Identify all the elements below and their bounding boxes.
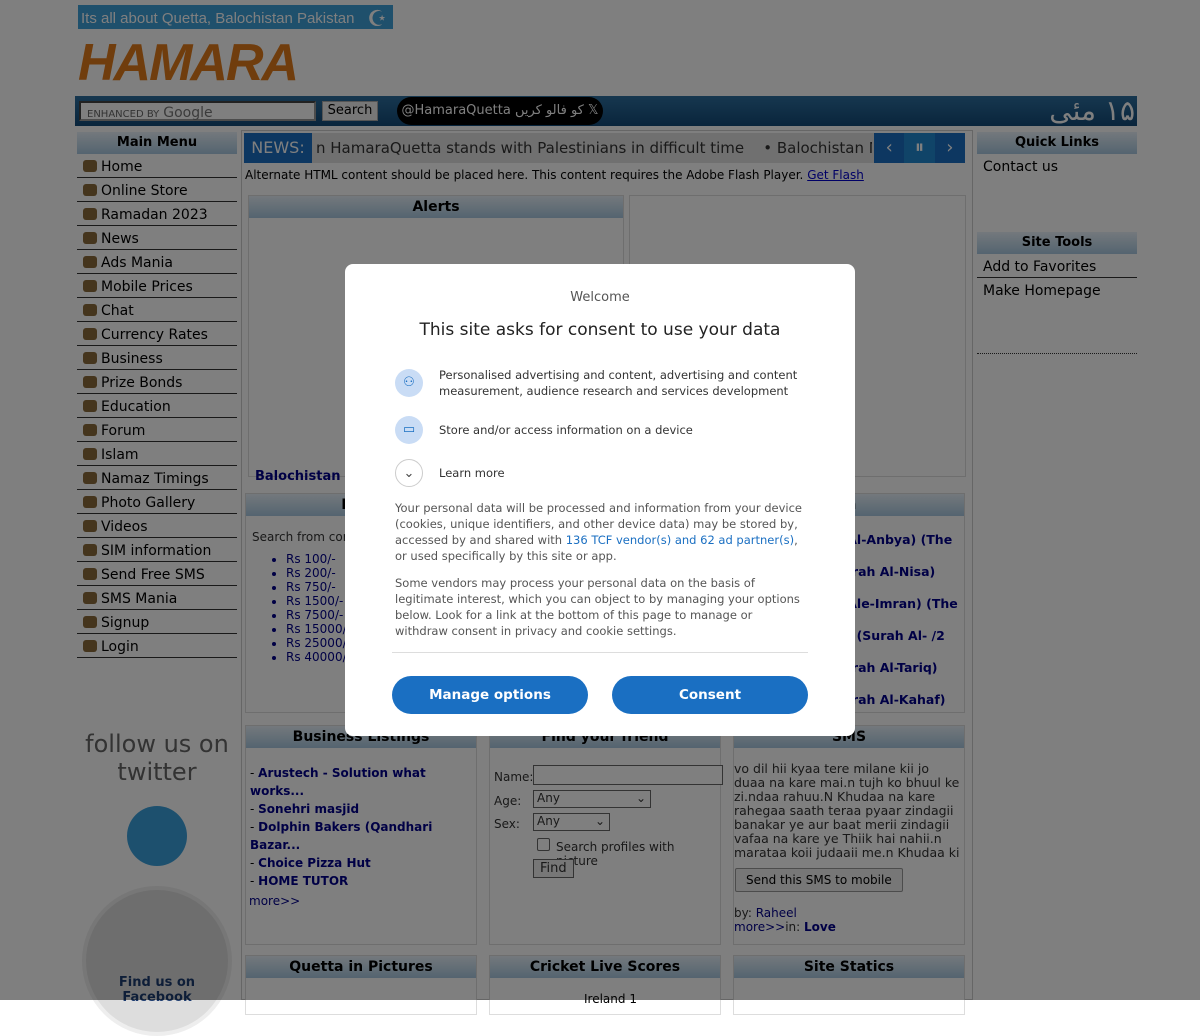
- consent-title: This site asks for consent to use your d…: [419, 320, 781, 340]
- purpose-text: Store and/or access information on a dev…: [439, 423, 693, 437]
- learn-more-label: Learn more: [439, 466, 505, 480]
- divider: [392, 652, 808, 653]
- chevron-down-icon: ⌄: [395, 459, 423, 487]
- vendors-link[interactable]: 136 TCF vendor(s) and 62 ad partner(s): [566, 533, 794, 547]
- purpose-text: Personalised advertising and content, ad…: [439, 368, 798, 398]
- consent-welcome: Welcome: [570, 290, 630, 305]
- person-icon: ⚇: [395, 369, 423, 397]
- devices-icon: ▭: [395, 416, 423, 444]
- manage-options-button[interactable]: Manage options: [392, 676, 588, 714]
- learn-more-toggle[interactable]: ⌄ Learn more: [395, 459, 809, 487]
- consent-paragraph-2: Some vendors may process your personal d…: [395, 576, 800, 638]
- consent-button[interactable]: Consent: [612, 676, 808, 714]
- consent-paragraph-1: Your personal data will be processed and…: [395, 501, 803, 563]
- consent-dialog: Welcome This site asks for consent to us…: [345, 264, 855, 736]
